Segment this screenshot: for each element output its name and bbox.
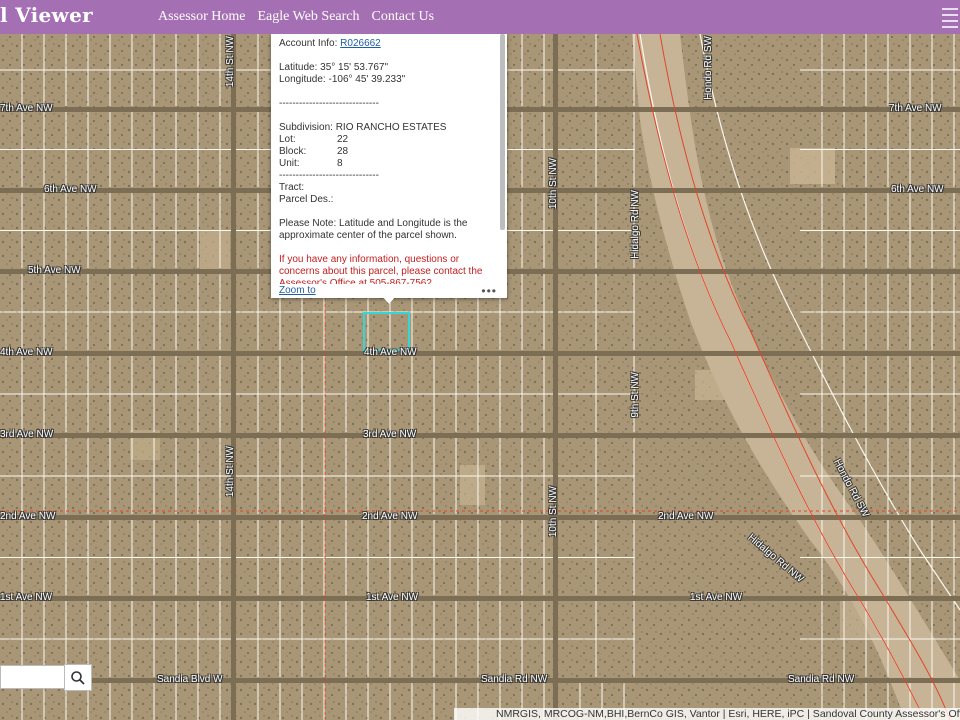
- subdivision-text: Subdivision: RIO RANCHO ESTATES: [279, 122, 447, 133]
- street-label: 3rd Ave NW: [0, 429, 54, 440]
- street-label: 6th Ave NW: [44, 184, 97, 195]
- app-header: l Viewer Assessor Home Eagle Web Search …: [0, 0, 960, 34]
- more-options-icon[interactable]: •••: [481, 284, 497, 298]
- street-label: 4th Ave NW: [0, 347, 53, 358]
- zoom-to-link[interactable]: Zoom to: [279, 285, 316, 296]
- street-label: Hidalgo Rd NW: [630, 190, 641, 259]
- road: [231, 34, 236, 720]
- note-text: Please Note: Latitude and Longitude is t…: [279, 218, 468, 241]
- street-label: Sandia Rd NW: [481, 674, 548, 685]
- app-title: l Viewer: [0, 3, 93, 27]
- map-attribution: NMRGIS, MRCOG-NM,BHI,BernCo GIS, Vantor …: [454, 708, 960, 720]
- block-value: 28: [337, 146, 349, 157]
- account-id-link[interactable]: R026662: [340, 38, 381, 49]
- longitude-text: Longitude: -106° 45' 39.233": [279, 74, 406, 85]
- road: [0, 596, 960, 601]
- search-icon: [71, 670, 85, 685]
- street-label: 9th St NW: [630, 372, 641, 418]
- popup-pointer: [382, 296, 396, 304]
- street-label: Sandia Blvd W: [157, 674, 223, 685]
- lot-label: Lot:: [279, 134, 296, 145]
- contact-info-text: If you have any information, questions o…: [279, 254, 483, 284]
- account-label: Account Info:: [279, 38, 338, 49]
- popup-content: Account Info: R026662 Latitude: 35° 15' …: [279, 38, 497, 284]
- street-label: 6th Ave NW: [891, 184, 944, 195]
- bare-lot: [200, 230, 230, 270]
- street-label: 2nd Ave NW: [0, 511, 56, 522]
- street-label: 1st Ave NW: [0, 592, 53, 603]
- tract-label: Tract:: [279, 182, 305, 193]
- bare-lot: [790, 148, 835, 184]
- street-label: 4th Ave NW: [364, 347, 417, 358]
- bare-lot: [460, 465, 485, 505]
- unit-label: Unit:: [279, 158, 300, 169]
- street-label: 10th St NW: [548, 158, 559, 210]
- road: [0, 515, 960, 520]
- street-label: 1st Ave NW: [366, 592, 419, 603]
- road: [553, 34, 558, 720]
- street-label: 3rd Ave NW: [363, 429, 417, 440]
- street-label: Hondo Rd SW: [703, 36, 714, 100]
- street-label: 7th Ave NW: [889, 103, 942, 114]
- popup-scrollbar[interactable]: [500, 34, 505, 230]
- search-button[interactable]: [64, 664, 92, 691]
- divider-text: ------------------------------: [279, 98, 379, 109]
- block-label: Block:: [279, 146, 307, 157]
- divider-text: ------------------------------: [279, 170, 379, 181]
- road: [0, 433, 960, 438]
- hamburger-menu-icon[interactable]: [938, 3, 960, 29]
- street-label: 2nd Ave NW: [362, 511, 418, 522]
- street-label: 14th St NW: [225, 36, 236, 88]
- street-label: 10th St NW: [548, 486, 559, 538]
- street-label: 1st Ave NW: [690, 592, 743, 603]
- unit-value: 8: [337, 158, 343, 169]
- latitude-text: Latitude: 35° 15' 53.767": [279, 62, 388, 73]
- street-label: 5th Ave NW: [28, 265, 81, 276]
- parcel-des-label: Parcel Des.:: [279, 194, 334, 205]
- nav-eagle-web-search[interactable]: Eagle Web Search: [252, 0, 366, 34]
- road: [0, 351, 960, 356]
- street-label: 14th St NW: [225, 446, 236, 498]
- top-nav: Assessor Home Eagle Web Search Contact U…: [152, 0, 440, 34]
- street-label: Sandia Rd NW: [788, 674, 855, 685]
- street-label: 2nd Ave NW: [658, 511, 714, 522]
- search-input[interactable]: [0, 665, 64, 689]
- street-label: 7th Ave NW: [0, 103, 53, 114]
- parcel-info-popup: Account Info: R026662 Latitude: 35° 15' …: [271, 34, 507, 298]
- nav-assessor-home[interactable]: Assessor Home: [152, 0, 252, 34]
- lot-value: 22: [337, 134, 349, 145]
- nav-contact-us[interactable]: Contact Us: [366, 0, 441, 34]
